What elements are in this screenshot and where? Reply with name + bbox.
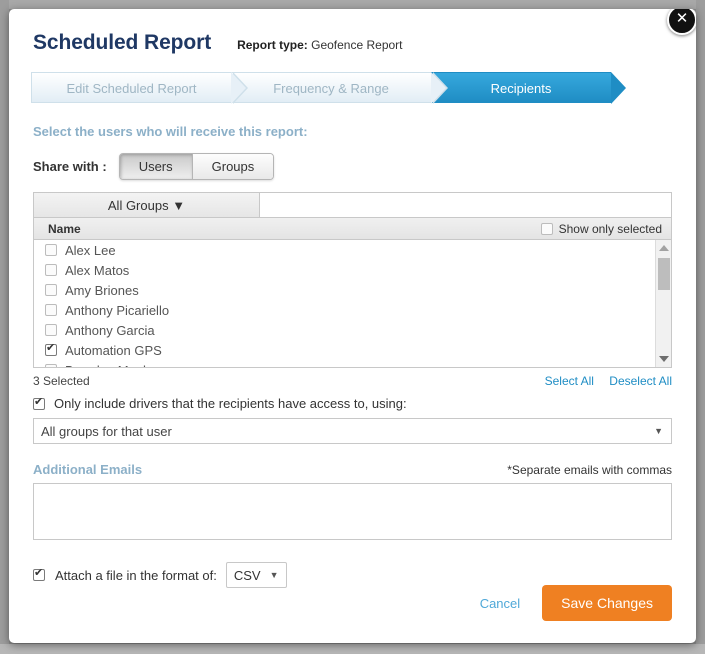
user-checkbox[interactable] xyxy=(45,364,57,368)
selection-summary-row: 3 Selected Select All Deselect All xyxy=(33,374,672,388)
report-type-label: Report type: xyxy=(237,38,308,52)
step-label: Edit Scheduled Report xyxy=(66,81,196,96)
select-users-heading: Select the users who will receive this r… xyxy=(33,124,672,139)
show-only-selected-label: Show only selected xyxy=(559,222,662,236)
user-name: Alex Lee xyxy=(65,243,116,258)
scheduled-report-modal: ✕ Scheduled Report Report type: Geofence… xyxy=(9,9,696,643)
all-groups-dropdown[interactable]: All Groups ▼ xyxy=(34,193,260,217)
user-name: Brandon Muehr xyxy=(65,363,155,369)
user-checkbox[interactable] xyxy=(45,344,57,356)
close-icon[interactable]: ✕ xyxy=(667,9,696,35)
user-checkbox[interactable] xyxy=(45,284,57,296)
backdrop-strip-bottom xyxy=(0,644,705,654)
step-arrow-icon xyxy=(611,72,626,104)
user-checkbox[interactable] xyxy=(45,264,57,276)
list-item[interactable]: Anthony Garcia xyxy=(34,320,671,340)
step-edit-scheduled-report[interactable]: Edit Scheduled Report xyxy=(31,72,231,103)
backdrop-strip-top xyxy=(0,0,705,9)
additional-emails-header: Additional Emails *Separate emails with … xyxy=(33,462,672,477)
user-checkbox[interactable] xyxy=(45,324,57,336)
list-item[interactable]: Automation GPS xyxy=(34,340,671,360)
user-list[interactable]: Alex Lee Alex Matos Amy Briones Anthony … xyxy=(33,240,672,368)
save-changes-button[interactable]: Save Changes xyxy=(542,585,672,621)
share-with-label: Share with : xyxy=(33,159,107,174)
deselect-all-link[interactable]: Deselect All xyxy=(609,374,672,388)
scrollbar-thumb[interactable] xyxy=(658,258,670,290)
user-list-header: Name Show only selected xyxy=(33,218,672,240)
access-group-select[interactable]: All groups for that user ▼ xyxy=(33,418,672,444)
user-name: Amy Briones xyxy=(65,283,139,298)
step-breadcrumb: Edit Scheduled Report Frequency & Range … xyxy=(31,72,639,103)
cancel-button[interactable]: Cancel xyxy=(480,596,520,611)
column-header-name: Name xyxy=(48,222,81,236)
list-item[interactable]: Alex Matos xyxy=(34,260,671,280)
show-only-selected-checkbox[interactable] xyxy=(541,223,553,235)
chevron-down-icon: ▼ xyxy=(270,570,279,580)
scroll-down-icon[interactable] xyxy=(659,356,669,362)
attach-file-label: Attach a file in the format of: xyxy=(55,568,217,583)
list-item[interactable]: Alex Lee xyxy=(34,240,671,260)
search-input[interactable] xyxy=(260,193,671,217)
page-title: Scheduled Report xyxy=(33,31,211,55)
user-name: Alex Matos xyxy=(65,263,129,278)
share-with-groups-button[interactable]: Groups xyxy=(193,154,274,179)
user-name: Automation GPS xyxy=(65,343,162,358)
file-format-value: CSV xyxy=(234,568,261,583)
additional-emails-input[interactable] xyxy=(33,483,672,540)
report-type-value: Geofence Report xyxy=(311,38,402,52)
user-list-scrollbar[interactable] xyxy=(655,240,671,367)
access-restriction-checkbox[interactable] xyxy=(33,398,45,410)
selection-actions: Select All Deselect All xyxy=(533,374,672,388)
user-checkbox[interactable] xyxy=(45,304,57,316)
report-type: Report type: Geofence Report xyxy=(237,38,402,52)
access-group-select-value: All groups for that user xyxy=(41,424,172,439)
list-filter-bar: All Groups ▼ xyxy=(33,192,672,218)
step-frequency-range[interactable]: Frequency & Range xyxy=(231,72,431,103)
backdrop-strip-left xyxy=(0,0,9,654)
share-with-row: Share with : Users Groups xyxy=(33,153,672,180)
modal-header: Scheduled Report Report type: Geofence R… xyxy=(9,9,696,55)
all-groups-label: All Groups xyxy=(108,198,169,213)
list-item[interactable]: Brandon Muehr xyxy=(34,360,671,368)
user-name: Anthony Picariello xyxy=(65,303,169,318)
step-arrow-icon xyxy=(431,72,446,104)
show-only-selected-toggle[interactable]: Show only selected xyxy=(541,222,662,236)
step-arrow-icon xyxy=(231,72,246,104)
selected-count: 3 Selected xyxy=(33,374,90,388)
select-all-link[interactable]: Select All xyxy=(545,374,594,388)
step-label: Frequency & Range xyxy=(273,81,389,96)
access-restriction-row[interactable]: Only include drivers that the recipients… xyxy=(33,396,672,411)
chevron-down-icon: ▼ xyxy=(654,426,663,436)
user-checkbox[interactable] xyxy=(45,244,57,256)
additional-emails-note: *Separate emails with commas xyxy=(507,463,672,477)
share-with-toggle: Users Groups xyxy=(119,153,275,180)
modal-footer: Cancel Save Changes xyxy=(9,585,696,621)
share-with-users-button[interactable]: Users xyxy=(120,154,193,179)
attach-file-checkbox[interactable] xyxy=(33,569,45,581)
scroll-up-icon[interactable] xyxy=(659,245,669,251)
list-item[interactable]: Amy Briones xyxy=(34,280,671,300)
chevron-down-icon: ▼ xyxy=(172,198,185,213)
backdrop-strip-right xyxy=(696,0,705,654)
user-name: Anthony Garcia xyxy=(65,323,155,338)
access-restriction-label: Only include drivers that the recipients… xyxy=(54,396,407,411)
list-item[interactable]: Anthony Picariello xyxy=(34,300,671,320)
step-label: Recipients xyxy=(491,81,552,96)
additional-emails-label: Additional Emails xyxy=(33,462,142,477)
step-recipients[interactable]: Recipients xyxy=(431,72,611,103)
modal-body: Select the users who will receive this r… xyxy=(9,124,696,588)
